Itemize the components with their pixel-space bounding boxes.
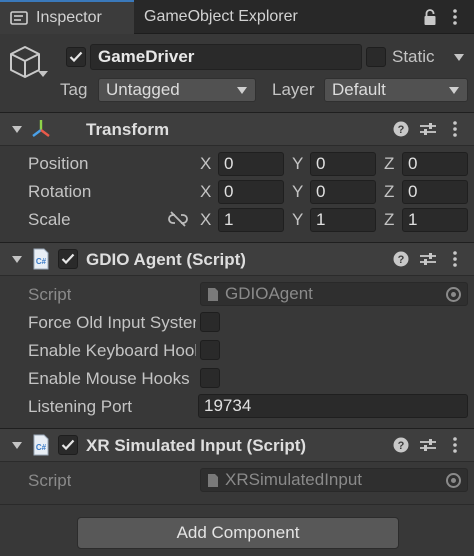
enable-keyboard-hooks-checkbox[interactable] [200, 340, 220, 360]
svg-text:C#: C# [36, 443, 47, 452]
scale-x-label[interactable]: X [200, 210, 211, 230]
component-menu-icon[interactable] [448, 120, 462, 138]
rotation-y-field[interactable]: 0 [310, 180, 376, 204]
active-checkbox[interactable] [66, 47, 86, 67]
presets-sliders-icon[interactable] [418, 250, 438, 268]
tab-inspector-label: Inspector [36, 9, 102, 26]
lock-icon[interactable] [422, 8, 438, 26]
position-label: Position [28, 154, 89, 173]
object-picker-icon [446, 287, 461, 302]
layer-value: Default [332, 80, 386, 99]
csharp-script-icon: C# [33, 248, 49, 270]
rotation-z-field[interactable]: 0 [402, 180, 468, 204]
position-z-label[interactable]: Z [384, 154, 394, 174]
rotation-y-label[interactable]: Y [292, 182, 303, 202]
gdio-script-field: GDIOAgent [200, 282, 468, 306]
tab-inspector[interactable]: Inspector [0, 0, 134, 34]
listening-port-field[interactable]: 19734 [198, 394, 468, 418]
enable-keyboard-hooks-label: Enable Keyboard Hooks [28, 341, 196, 360]
svg-text:?: ? [398, 254, 405, 266]
component-menu-icon[interactable] [448, 250, 462, 268]
svg-text:?: ? [398, 124, 405, 136]
gdio-agent-foldout-icon[interactable] [12, 256, 22, 263]
checkmark-icon [69, 51, 83, 63]
rotation-z-label[interactable]: Z [384, 182, 394, 202]
scale-z-label[interactable]: Z [384, 210, 394, 230]
enable-mouse-hooks-checkbox[interactable] [200, 368, 220, 388]
chevron-down-icon [237, 87, 247, 94]
tab-gameobject-explorer[interactable]: GameObject Explorer [144, 0, 298, 34]
rotation-x-field[interactable]: 0 [218, 180, 284, 204]
checkmark-icon [61, 253, 75, 265]
checkmark-icon [61, 439, 75, 451]
tag-label: Tag [60, 80, 88, 99]
scale-y-field[interactable]: 1 [310, 208, 376, 232]
xr-input-title: XR Simulated Input (Script) [86, 436, 307, 455]
transform-axes-icon [32, 120, 50, 137]
object-name-field[interactable]: GameDriver [90, 44, 362, 70]
position-z-field[interactable]: 0 [402, 152, 468, 176]
component-menu-icon[interactable] [448, 436, 462, 454]
csharp-script-icon: C# [33, 434, 49, 456]
svg-text:C#: C# [36, 257, 47, 266]
tag-dropdown[interactable]: Untagged [98, 78, 256, 102]
xr-script-label: Script [28, 471, 72, 490]
position-y-field[interactable]: 0 [310, 152, 376, 176]
xr-script-value: XRSimulatedInput [225, 470, 363, 489]
gdio-script-value: GDIOAgent [225, 284, 313, 303]
presets-sliders-icon[interactable] [418, 120, 438, 138]
scale-x-field[interactable]: 1 [218, 208, 284, 232]
script-file-icon [208, 474, 218, 487]
scale-label: Scale [28, 210, 71, 229]
divider [0, 504, 474, 505]
presets-sliders-icon[interactable] [418, 436, 438, 454]
force-old-input-label: Force Old Input System [28, 313, 196, 332]
help-icon[interactable]: ? [392, 250, 410, 268]
transform-title: Transform [86, 120, 170, 139]
tab-gameobject-explorer-label: GameObject Explorer [144, 8, 298, 25]
script-file-icon [208, 288, 218, 301]
object-picker-icon [446, 473, 461, 488]
static-label: Static [392, 47, 435, 66]
gdio-script-label: Script [28, 285, 72, 304]
layer-label: Layer [272, 80, 315, 99]
position-x-label[interactable]: X [200, 154, 211, 174]
static-dropdown-icon[interactable] [452, 48, 466, 66]
constrain-proportions-link-icon[interactable] [168, 210, 188, 228]
position-x-field[interactable]: 0 [218, 152, 284, 176]
rotation-label: Rotation [28, 182, 92, 201]
svg-text:?: ? [398, 440, 405, 452]
xr-input-foldout-icon[interactable] [12, 442, 22, 449]
rotation-x-label[interactable]: X [200, 182, 211, 202]
more-menu-icon[interactable] [448, 8, 462, 26]
gdio-agent-title: GDIO Agent (Script) [86, 250, 246, 269]
scale-z-field[interactable]: 1 [402, 208, 468, 232]
chevron-down-icon [449, 87, 459, 94]
scale-y-label[interactable]: Y [292, 210, 303, 230]
help-icon[interactable]: ? [392, 436, 410, 454]
listening-port-label: Listening Port [28, 397, 132, 416]
xr-script-field: XRSimulatedInput [200, 468, 468, 492]
add-component-button[interactable]: Add Component [77, 517, 399, 549]
layer-dropdown[interactable]: Default [324, 78, 468, 102]
tag-value: Untagged [106, 80, 180, 99]
chevron-down-icon[interactable] [38, 71, 48, 77]
gameobject-cube-icon[interactable] [8, 44, 42, 80]
help-icon[interactable]: ? [392, 120, 410, 138]
gdio-agent-enabled-checkbox[interactable] [58, 249, 78, 269]
enable-mouse-hooks-label: Enable Mouse Hooks [28, 369, 190, 388]
inspector-icon [10, 11, 28, 25]
force-old-input-checkbox[interactable] [200, 312, 220, 332]
transform-foldout-icon[interactable] [12, 126, 22, 133]
position-y-label[interactable]: Y [292, 154, 303, 174]
static-checkbox[interactable] [366, 47, 386, 67]
xr-input-enabled-checkbox[interactable] [58, 435, 78, 455]
